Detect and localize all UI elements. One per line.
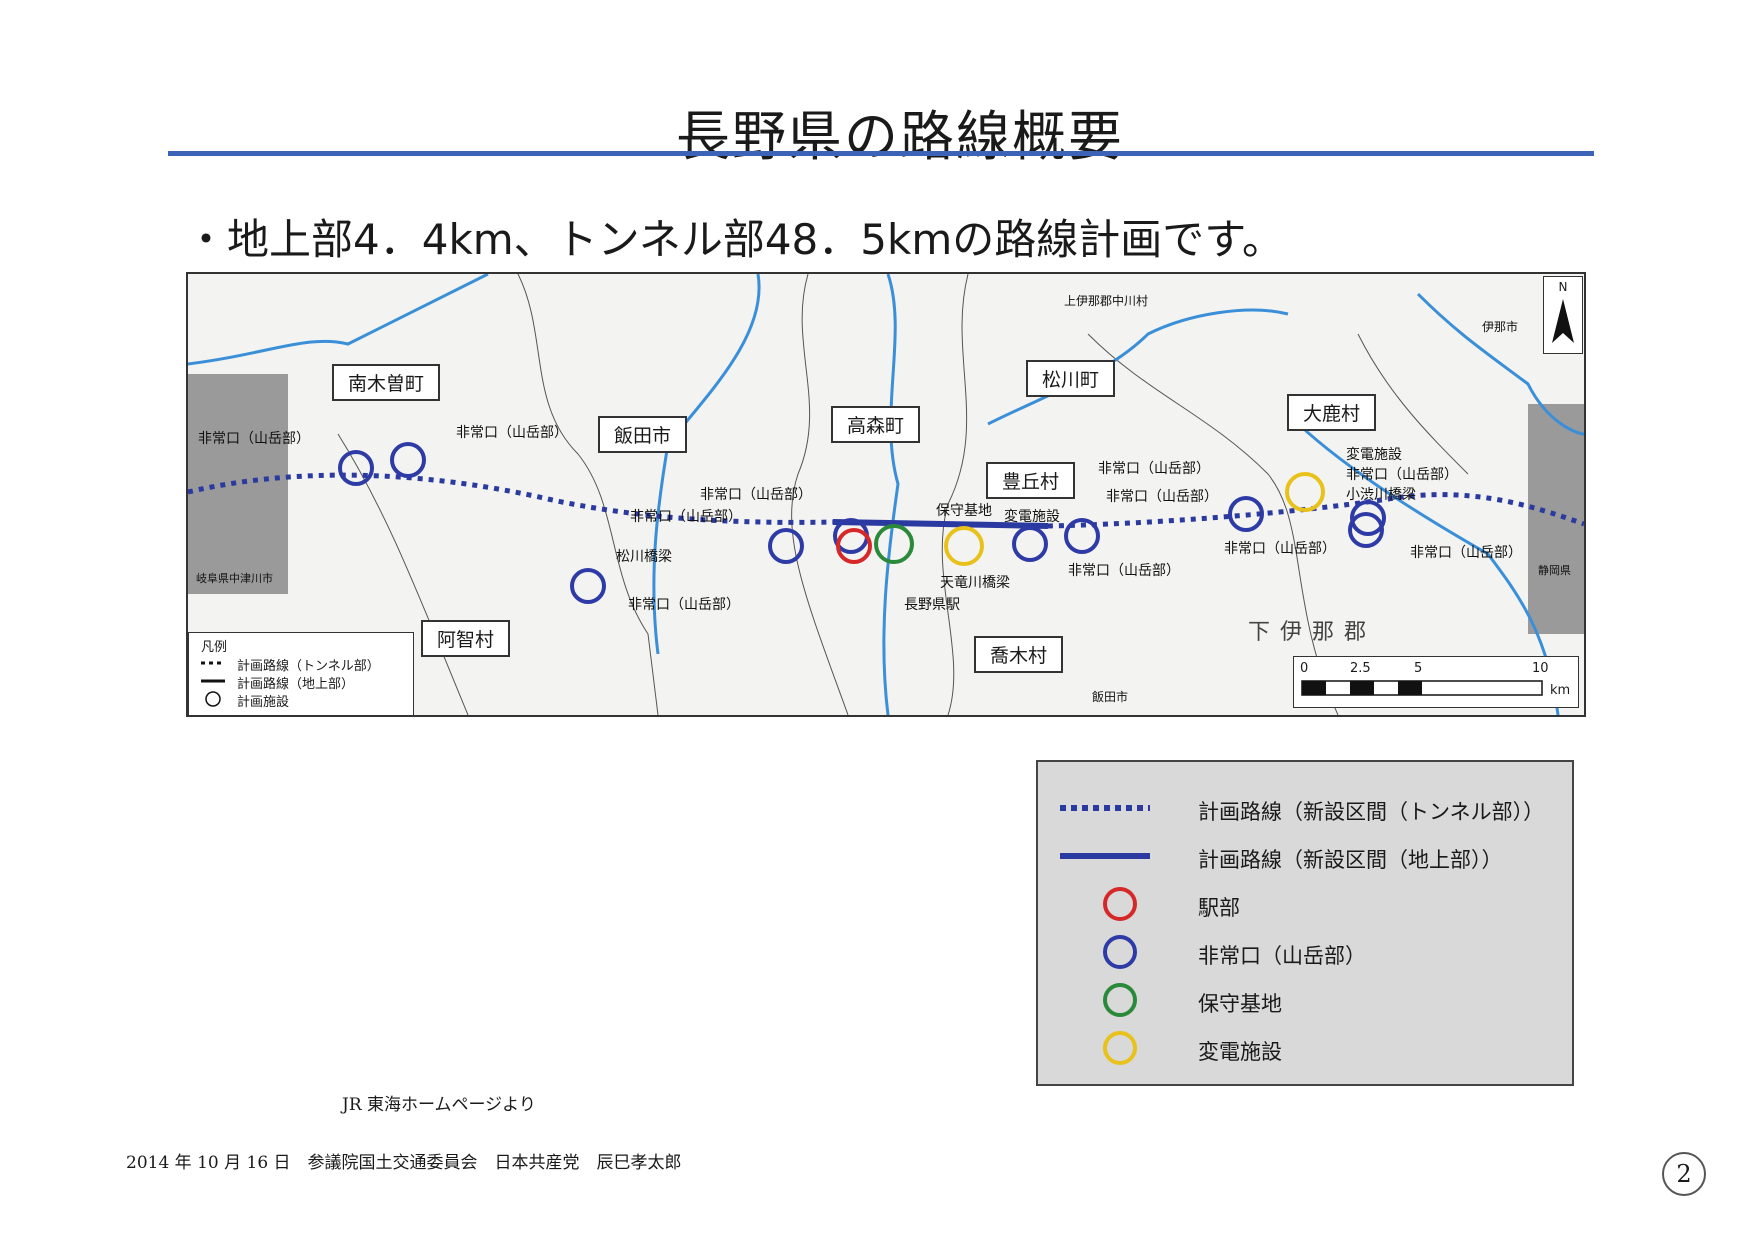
marker-emergency-exit [768,528,804,564]
facility-annotation: 非常口（山岳部） [1068,563,1180,579]
marker-emergency-exit [570,568,606,604]
facility-annotation: 非常口（山岳部） [1346,467,1458,483]
municipality-label: 喬木村 [974,636,1064,673]
source-note: JR 東海ホームページより [342,1095,536,1115]
facility-annotation: 非常口（山岳部） [1410,545,1522,561]
municipality-label: 阿智村 [421,620,511,657]
page-title: 長野県の路線概要 [676,105,1124,168]
legend-label: 計画路線（新設区間（トンネル部）） [1198,800,1545,824]
legend-label: 非常口（山岳部） [1198,944,1366,968]
facility-annotation: 非常口（山岳部） [456,425,568,441]
gifu-area [188,374,288,594]
facility-annotation: 長野県駅 [904,597,960,613]
solid-line-icon [1060,853,1150,859]
map-legend-symbols [201,661,225,707]
legend-row: 非常口（山岳部） [1038,932,1572,972]
marker-substation [944,526,984,566]
facility-annotation: 非常口（山岳部） [700,487,812,503]
north-arrow: N [1543,276,1583,354]
facility-annotation: 非常口（山岳部） [1098,461,1210,477]
marker-substation [1285,472,1325,512]
municipality-label: 豊丘村 [986,462,1076,499]
municipality-label: 南木曽町 [332,364,441,401]
facility-annotation: 保守基地 [936,503,992,519]
red-circle-icon [1103,887,1137,921]
facility-annotation: 非常口（山岳部） [1106,489,1218,505]
scale-bar-graphic [1301,680,1543,696]
facility-annotation: 非常口（山岳部） [198,431,310,447]
scale-bar: 0 2.5 5 10 km [1293,656,1579,708]
page-number: 2 [1662,1152,1706,1196]
marker-maintenance-base [874,524,914,564]
municipality-label: 松川町 [1026,360,1116,397]
blue-circle-icon [1103,935,1137,969]
place-name: 伊那市 [1482,320,1519,334]
place-name: 静岡県 [1538,564,1571,577]
legend-row: 計画路線（新設区間（トンネル部）） [1038,788,1572,828]
map-legend-item: 計画路線（トンネル部） [237,659,380,674]
facility-annotation: 変電施設 [1346,447,1402,463]
facility-annotation: 変電施設 [1004,509,1060,525]
page-subtitle: ・地上部4．4km、トンネル部48．5kmの路線計画です。 [185,215,1285,264]
legend-panel: 計画路線（新設区間（トンネル部）） 計画路線（新設区間（地上部）） 駅部 非常口… [1036,760,1574,1086]
legend-label: 保守基地 [1198,992,1282,1016]
facility-annotation: 小渋川橋梁 [1346,487,1416,503]
north-arrow-icon [1552,299,1574,343]
municipality-label: 飯田市 [598,416,688,453]
legend-row: 駅部 [1038,884,1572,924]
place-name: 下伊那郡 [1248,620,1377,645]
facility-annotation: 非常口（山岳部） [630,509,742,525]
legend-label: 駅部 [1198,896,1240,920]
place-name: 岐阜県中津川市 [196,572,273,585]
scale-unit: km [1550,683,1571,698]
place-name: 上伊那郡中川村 [1064,294,1149,308]
marker-emergency-exit [1012,526,1048,562]
municipality-label: 大鹿村 [1287,394,1377,431]
route-map: 南木曽町 飯田市 高森町 松川町 大鹿村 豊丘村 阿智村 喬木村 非常口（山岳部… [186,272,1586,717]
legend-row: 変電施設 [1038,1028,1572,1068]
map-legend-item: 計画路線（地上部） [237,677,355,692]
legend-row: 保守基地 [1038,980,1572,1020]
dotted-line-icon [1060,805,1150,811]
legend-row: 計画路線（新設区間（地上部）） [1038,836,1572,876]
legend-label: 変電施設 [1198,1040,1282,1064]
footer-text: 2014 年 10 月 16 日 参議院国土交通委員会 日本共産党 辰巳孝太郎 [126,1153,682,1173]
facility-markers [338,442,1386,604]
marker-emergency-exit [338,450,374,486]
facility-annotation: 天竜川橋梁 [940,575,1010,591]
map-legend-item: 計画施設 [237,695,290,710]
facility-annotation: 非常口（山岳部） [1224,541,1336,557]
yellow-circle-icon [1103,1031,1137,1065]
green-circle-icon [1103,983,1137,1017]
municipality-label: 高森町 [831,406,921,443]
facility-annotation: 非常口（山岳部） [628,597,740,613]
legend-label: 計画路線（新設区間（地上部）） [1198,848,1503,872]
place-name: 飯田市 [1092,690,1129,704]
facility-annotation: 松川橋梁 [616,549,672,565]
marker-emergency-exit [390,442,426,478]
map-legend: 凡例 計画路線（トンネル部） 計画路線（地上部） 計画施設 [188,632,414,715]
title-underline [168,151,1594,156]
